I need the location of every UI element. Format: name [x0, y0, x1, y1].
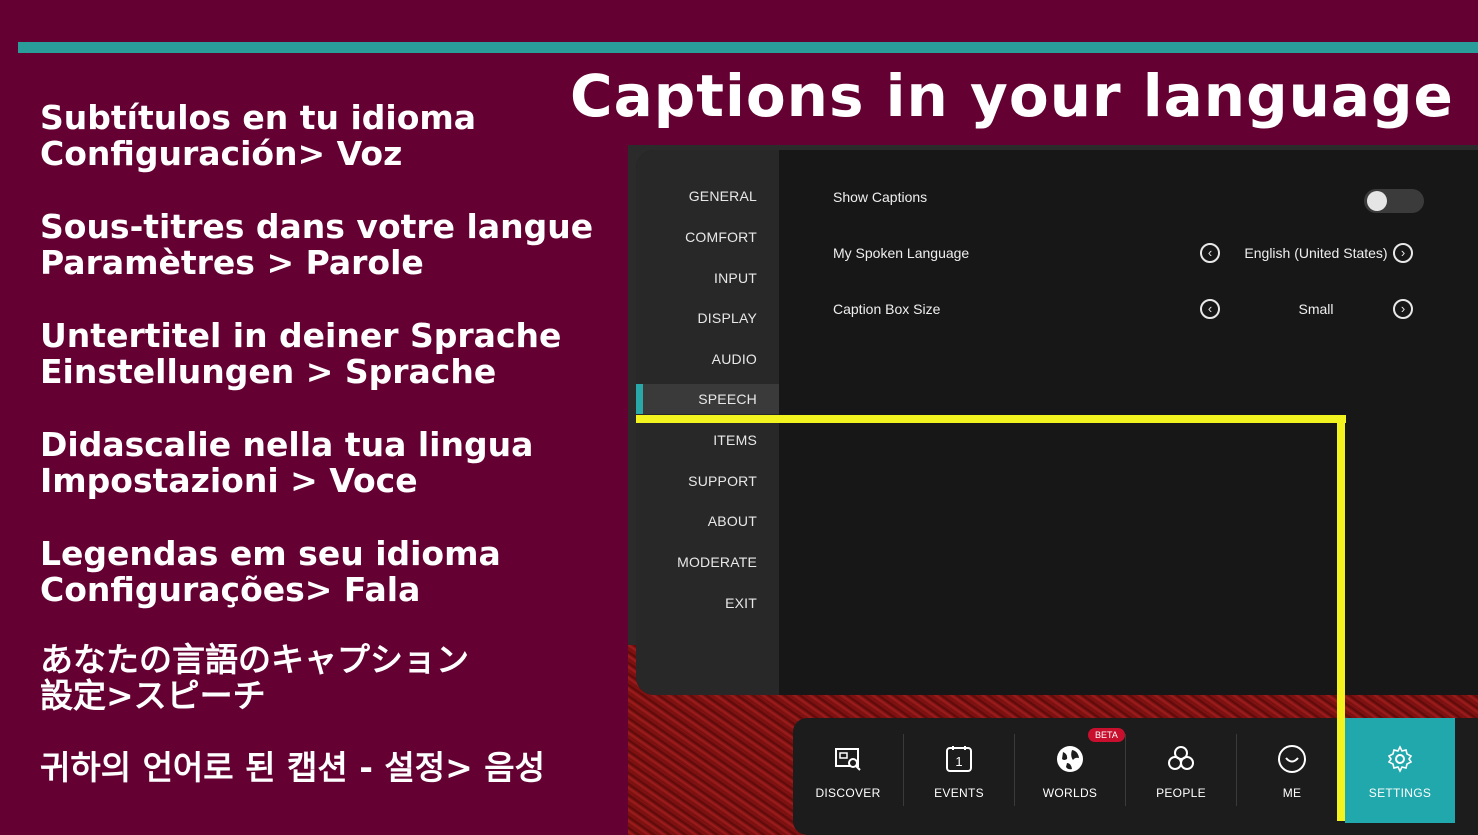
nav-item-general[interactable]: GENERAL	[689, 188, 757, 204]
language-title: Legendas em seu idioma	[40, 534, 501, 573]
language-path: Configuración> Voz	[40, 134, 403, 173]
gear-icon	[1385, 744, 1415, 774]
dock-label: SETTINGS	[1368, 786, 1432, 800]
nav-item-speech[interactable]: SPEECH	[698, 391, 757, 407]
language-title: Didascalie nella tua lingua	[40, 425, 534, 464]
language-spanish: Subtítulos en tu idioma Configuración> V…	[40, 100, 476, 172]
language-title: 귀하의 언어로 된 캡션 - 설정> 음성	[40, 748, 545, 787]
discover-icon	[833, 744, 863, 774]
nav-selection-indicator	[636, 384, 643, 414]
language-path: Configurações> Fala	[40, 570, 421, 609]
language-path: Impostazioni > Voce	[40, 461, 418, 500]
spoken-language-label: My Spoken Language	[833, 245, 970, 261]
caption-box-size-label: Caption Box Size	[833, 301, 941, 317]
toggle-knob	[1367, 191, 1387, 211]
language-title: Sous-titres dans votre langue	[40, 207, 594, 246]
spoken-language-prev-button[interactable]: ‹	[1200, 243, 1220, 263]
dock-events-button[interactable]: 1 EVENTS	[904, 718, 1014, 823]
nav-item-items[interactable]: ITEMS	[713, 432, 757, 448]
calendar-day: 1	[955, 754, 962, 769]
dock-worlds-button[interactable]: BETA WORLDS	[1015, 718, 1125, 823]
caption-box-size-value: Small	[1298, 301, 1334, 317]
beta-badge: BETA	[1088, 728, 1125, 742]
dock-label: PEOPLE	[1156, 786, 1206, 800]
nav-item-moderate[interactable]: MODERATE	[677, 554, 757, 570]
language-german: Untertitel in deiner Sprache Einstellung…	[40, 318, 561, 390]
language-title: Untertitel in deiner Sprache	[40, 316, 562, 355]
nav-item-input[interactable]: INPUT	[714, 270, 757, 286]
globe-icon	[1055, 744, 1085, 774]
spoken-language-value: English (United States)	[1244, 245, 1388, 261]
nav-item-comfort[interactable]: COMFORT	[685, 229, 757, 245]
language-portuguese: Legendas em seu idioma Configurações> Fa…	[40, 536, 501, 608]
dock-label: ME	[1282, 786, 1302, 800]
language-path: 設定>スピーチ	[40, 676, 266, 715]
dock-me-button[interactable]: ME	[1237, 718, 1347, 823]
nav-item-support[interactable]: SUPPORT	[688, 473, 757, 489]
calendar-icon: 1	[944, 744, 974, 774]
language-japanese: あなたの言語のキャプション 設定>スピーチ	[40, 642, 469, 714]
nav-item-display[interactable]: DISPLAY	[698, 310, 758, 326]
people-icon	[1166, 744, 1196, 774]
language-french: Sous-titres dans votre langue Paramètres…	[40, 209, 593, 281]
language-italian: Didascalie nella tua lingua Impostazioni…	[40, 427, 533, 499]
accent-bar	[18, 42, 1478, 53]
smiley-icon	[1277, 744, 1307, 774]
language-path: Einstellungen > Sprache	[40, 352, 497, 391]
caption-size-next-button[interactable]: ›	[1393, 299, 1413, 319]
nav-item-about[interactable]: ABOUT	[708, 513, 757, 529]
bottom-dock: DISCOVER 1 EVENTS BETA WORLDS PEOPLE ME …	[793, 718, 1478, 835]
dock-settings-button[interactable]: SETTINGS	[1345, 718, 1455, 823]
dock-discover-button[interactable]: DISCOVER	[793, 718, 903, 823]
show-captions-toggle[interactable]	[1364, 189, 1424, 213]
nav-item-audio[interactable]: AUDIO	[712, 351, 757, 367]
dock-people-button[interactable]: PEOPLE	[1126, 718, 1236, 823]
nav-item-exit[interactable]: EXIT	[725, 595, 757, 611]
spoken-language-next-button[interactable]: ›	[1393, 243, 1413, 263]
highlight-line-vertical	[1337, 415, 1345, 821]
vr-scene: GENERAL COMFORT INPUT DISPLAY AUDIO SPEE…	[628, 145, 1478, 835]
language-korean: 귀하의 언어로 된 캡션 - 설정> 음성	[40, 750, 545, 786]
language-title: Subtítulos en tu idioma	[40, 98, 477, 137]
language-title: あなたの言語のキャプション	[40, 640, 469, 679]
slide-title: Captions in your language	[570, 62, 1454, 130]
caption-size-prev-button[interactable]: ‹	[1200, 299, 1220, 319]
language-path: Paramètres > Parole	[40, 243, 424, 282]
highlight-line-horizontal	[636, 415, 1346, 423]
dock-label: WORLDS	[1042, 786, 1098, 800]
dock-label: DISCOVER	[815, 786, 881, 800]
show-captions-label: Show Captions	[833, 189, 928, 205]
dock-label: EVENTS	[934, 786, 984, 800]
